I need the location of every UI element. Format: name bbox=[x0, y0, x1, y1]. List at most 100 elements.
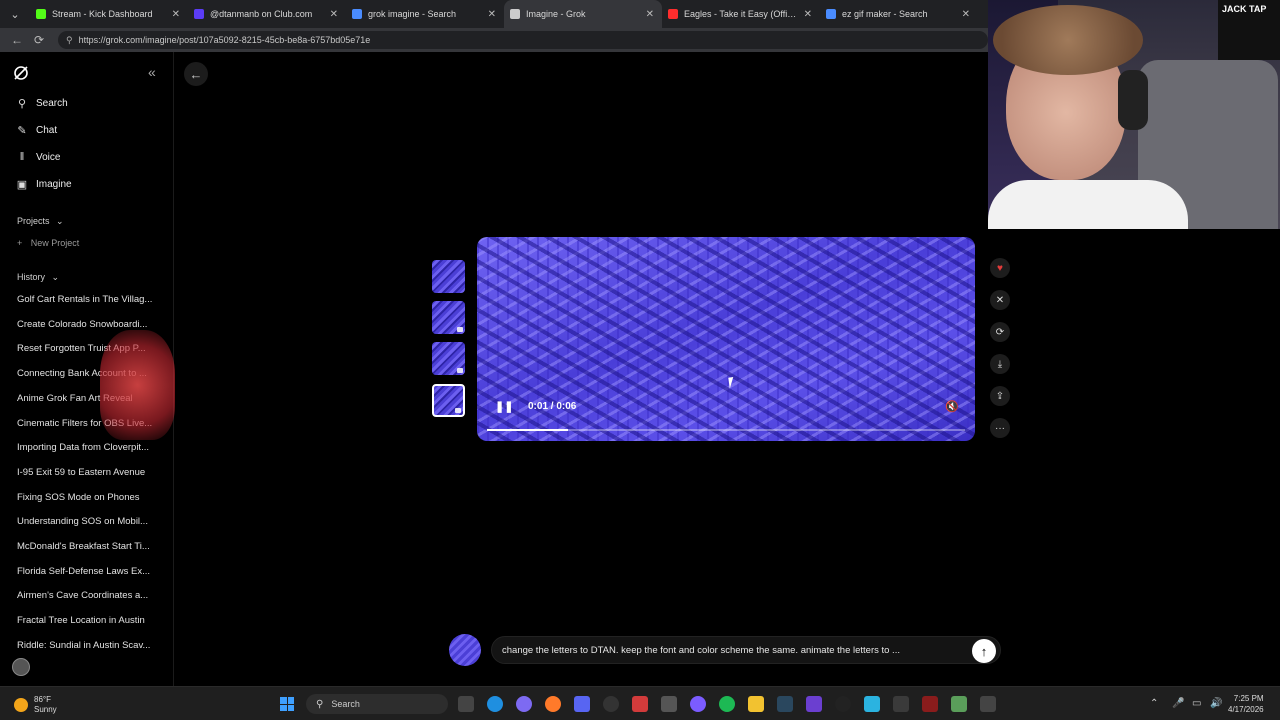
tab-favicon-icon bbox=[36, 9, 46, 19]
weather-widget[interactable]: 86°F Sunny bbox=[14, 695, 57, 715]
collapse-sidebar-icon[interactable]: « bbox=[148, 64, 156, 80]
regenerate-button[interactable]: ⟳ bbox=[990, 322, 1010, 342]
history-item[interactable]: Create Colorado Snowboardi... bbox=[17, 319, 153, 330]
browser-tab[interactable]: Stream - Kick Dashboard ✕ bbox=[30, 0, 188, 28]
tab-list-icon[interactable]: ⌄ bbox=[0, 0, 30, 28]
history-item[interactable]: McDonald's Breakfast Start Ti... bbox=[17, 541, 153, 552]
arrow-left-icon: ← bbox=[189, 66, 203, 82]
new-project-label: New Project bbox=[30, 238, 80, 248]
edge-icon[interactable] bbox=[487, 696, 503, 712]
app-icon[interactable] bbox=[893, 696, 909, 712]
history-item[interactable]: Fixing SOS Mode on Phones bbox=[17, 492, 153, 503]
browser-tab[interactable]: grok imagine - Search ✕ bbox=[346, 0, 504, 28]
browser-tab-bar: ⌄ Stream - Kick Dashboard ✕ @dtanmanb on C… bbox=[0, 0, 990, 28]
back-button[interactable]: ← bbox=[184, 62, 208, 86]
app-icon[interactable] bbox=[806, 696, 822, 712]
history-item[interactable]: Importing Data from Cloverpit... bbox=[17, 442, 153, 453]
nav-chat[interactable]: ✎ Chat bbox=[16, 124, 57, 137]
nav-imagine[interactable]: ▣ Imagine bbox=[16, 178, 72, 191]
history-section-toggle[interactable]: History ⌄ bbox=[17, 272, 59, 283]
nav-search[interactable]: ⚲ Search bbox=[16, 97, 68, 110]
reload-icon[interactable]: ⟳ bbox=[28, 33, 50, 47]
firefox-icon[interactable] bbox=[545, 696, 561, 712]
close-tab-icon[interactable]: ✕ bbox=[962, 9, 970, 20]
prompt-input[interactable]: change the letters to DTAN. keep the fon… bbox=[491, 636, 1001, 664]
share-x-button[interactable]: ✕ bbox=[990, 290, 1010, 310]
display-icon[interactable]: ▭ bbox=[1192, 698, 1201, 709]
mute-icon[interactable]: 🔇 bbox=[945, 400, 959, 413]
app-icon[interactable] bbox=[835, 696, 851, 712]
app-icon[interactable] bbox=[690, 696, 706, 712]
app-icon[interactable] bbox=[951, 696, 967, 712]
close-tab-icon[interactable]: ✕ bbox=[804, 9, 812, 20]
video-icon bbox=[457, 368, 463, 373]
webcam-headset bbox=[1118, 70, 1148, 130]
app-icon[interactable] bbox=[661, 696, 677, 712]
microphone-icon[interactable]: 🎤 bbox=[1172, 698, 1184, 709]
user-avatar[interactable] bbox=[12, 658, 30, 676]
browser-tab[interactable]: Imagine - Grok ✕ bbox=[504, 0, 662, 28]
tab-favicon-icon bbox=[194, 9, 204, 19]
windows-start-icon[interactable] bbox=[280, 697, 294, 711]
url-field[interactable]: ⚲ https://grok.com/imagine/post/107a5092… bbox=[58, 31, 988, 49]
steam-icon[interactable] bbox=[777, 696, 793, 712]
nav-label: Imagine bbox=[36, 178, 72, 190]
taskbar-search-label: Search bbox=[331, 699, 360, 709]
more-button[interactable]: ··· bbox=[990, 418, 1010, 438]
spotify-icon[interactable] bbox=[719, 696, 735, 712]
video-progress-bar[interactable] bbox=[487, 429, 965, 431]
x-icon: ✕ bbox=[995, 294, 1005, 306]
task-view-icon[interactable] bbox=[458, 696, 474, 712]
refresh-icon: ⟳ bbox=[995, 326, 1005, 338]
discord-icon[interactable] bbox=[574, 696, 590, 712]
close-tab-icon[interactable]: ✕ bbox=[488, 9, 496, 20]
like-button[interactable]: ♥ bbox=[990, 258, 1010, 278]
history-item[interactable]: I-95 Exit 59 to Eastern Avenue bbox=[17, 467, 153, 478]
video-thumbnail[interactable] bbox=[432, 260, 465, 293]
weather-temp: 86°F bbox=[34, 695, 51, 704]
nav-voice[interactable]: ǁ Voice bbox=[16, 151, 61, 163]
close-tab-icon[interactable]: ✕ bbox=[172, 9, 180, 20]
history-item[interactable]: Golf Cart Rentals in The Villag... bbox=[17, 294, 153, 305]
webcam-shirt bbox=[988, 180, 1188, 229]
browser-tab[interactable]: @dtanmanb on Club.com ✕ bbox=[188, 0, 346, 28]
copilot-icon[interactable] bbox=[516, 696, 532, 712]
grok-logo-icon[interactable] bbox=[12, 64, 30, 82]
tray-overflow-icon[interactable]: ⌃ bbox=[1150, 698, 1158, 709]
app-icon[interactable] bbox=[922, 696, 938, 712]
site-info-icon[interactable]: ⚲ bbox=[66, 35, 73, 46]
browser-tab[interactable]: Eagles - Take it Easy (Official Audio) ✕ bbox=[662, 0, 820, 28]
taskbar-search[interactable]: ⚲ Search bbox=[306, 694, 448, 714]
send-button[interactable]: ↑ bbox=[972, 639, 996, 663]
app-icon[interactable] bbox=[980, 696, 996, 712]
close-tab-icon[interactable]: ✕ bbox=[330, 9, 338, 20]
projects-section-toggle[interactable]: Projects ⌄ bbox=[17, 216, 64, 227]
app-icon[interactable] bbox=[632, 696, 648, 712]
history-item[interactable]: Understanding SOS on Mobil... bbox=[17, 516, 153, 527]
history-item[interactable]: Florida Self-Defense Laws Ex... bbox=[17, 566, 153, 577]
address-bar: ← ⟳ ⚲ https://grok.com/imagine/post/107a… bbox=[0, 28, 990, 52]
history-item[interactable]: Airmen's Cave Coordinates a... bbox=[17, 590, 153, 601]
app-icon[interactable] bbox=[864, 696, 880, 712]
volume-icon[interactable]: 🔊 bbox=[1210, 698, 1222, 709]
download-button[interactable]: ⤓ bbox=[990, 354, 1010, 374]
new-project-button[interactable]: + New Project bbox=[17, 238, 79, 248]
taskbar-clock[interactable]: 7:25 PM 4/17/2026 bbox=[1228, 693, 1264, 715]
history-item[interactable]: Riddle: Sundial in Austin Scav... bbox=[17, 640, 153, 651]
back-icon[interactable]: ← bbox=[6, 33, 28, 47]
download-icon: ⤓ bbox=[997, 358, 1003, 370]
pause-icon[interactable]: ❚❚ bbox=[495, 400, 513, 413]
prompt-image-thumbnail[interactable] bbox=[449, 634, 481, 666]
video-thumbnail[interactable] bbox=[432, 342, 465, 375]
file-explorer-icon[interactable] bbox=[748, 696, 764, 712]
close-tab-icon[interactable]: ✕ bbox=[646, 9, 654, 20]
browser-tab[interactable]: ez gif maker - Search ✕ bbox=[820, 0, 978, 28]
video-thumbnail-selected[interactable] bbox=[432, 384, 465, 417]
video-thumbnail[interactable] bbox=[432, 301, 465, 334]
share-button[interactable]: ⇪ bbox=[990, 386, 1010, 406]
history-item[interactable]: Fractal Tree Location in Austin bbox=[17, 615, 153, 626]
obs-icon[interactable] bbox=[603, 696, 619, 712]
chevron-down-icon: ⌄ bbox=[51, 272, 60, 282]
prompt-text: change the letters to DTAN. keep the fon… bbox=[502, 644, 900, 656]
voice-icon: ǁ bbox=[19, 151, 25, 163]
